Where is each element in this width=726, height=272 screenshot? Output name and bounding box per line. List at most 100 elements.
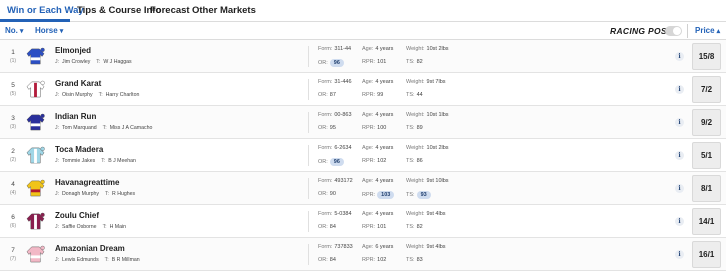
price-button[interactable]: 8/1 [692, 175, 721, 202]
form-stat: Form: 00-863 [318, 112, 352, 118]
horse-name[interactable]: Zoulu Chief [55, 211, 99, 220]
ts-label: TS: [406, 224, 415, 230]
trainer-name[interactable]: Miss J A Camacho [110, 125, 153, 131]
ts-value: 44 [416, 92, 423, 98]
price-button[interactable]: 9/2 [692, 109, 721, 136]
form-value: 493172 [334, 178, 353, 184]
horse-name[interactable]: Toca Madera [55, 145, 103, 154]
or-stat: OR: 84 [318, 257, 336, 263]
form-label: Form: [318, 178, 333, 184]
horse-name[interactable]: Amazonian Dream [55, 244, 125, 253]
trainer-name[interactable]: Harry Charlton [106, 92, 140, 98]
weight-stat: Weight: 9st 4lbs [406, 211, 446, 217]
runner-row: 3 (3) Indian Run J: Tom Marquand T: Miss J A C… [0, 106, 726, 139]
runner-number: 5 (5) [8, 82, 18, 98]
tab-tips-course-info[interactable]: Tips & Course Info [77, 5, 161, 16]
price-button[interactable]: 7/2 [692, 76, 721, 103]
weight-stat: Weight: 10st 2lbs [406, 145, 449, 151]
weight-stat: Weight: 9st 10lbs [406, 178, 449, 184]
price-button[interactable]: 14/1 [692, 208, 721, 235]
jockey-name[interactable]: Tom Marquand [62, 125, 97, 131]
trainer-label: T: [102, 125, 107, 131]
jockey-trainer: J: Jim Crowley T: W J Haggas [55, 59, 132, 65]
jockey-name[interactable]: Saffie Osborne [62, 224, 97, 230]
info-icon[interactable]: i [675, 118, 684, 127]
racing-post-toggle[interactable] [665, 26, 682, 36]
jockey-name[interactable]: Jim Crowley [62, 59, 90, 65]
or-label: OR: [318, 257, 328, 263]
info-icon[interactable]: i [675, 52, 684, 61]
age-value: 6 years [375, 244, 394, 250]
horse-name[interactable]: Havanagreattime [55, 178, 119, 187]
ts-label: TS: [406, 92, 415, 98]
ts-value: 82 [416, 59, 423, 65]
ts-value: 93 [416, 191, 431, 199]
tab-other-markets[interactable]: Other Markets [192, 5, 256, 16]
runner-row: 6 (6) Zoulu Chief J: Saffie Osborne T: H Main F… [0, 205, 726, 238]
trainer-name[interactable]: H Main [110, 224, 126, 230]
chevron-down-icon: ▾ [59, 28, 64, 35]
age-label: Age: [362, 211, 374, 217]
trainer-name[interactable]: R Hughes [112, 191, 135, 197]
form-stat: Form: 31-446 [318, 79, 352, 85]
jockey-name[interactable]: Oisin Murphy [62, 92, 93, 98]
trainer-name[interactable]: W J Haggas [103, 59, 131, 65]
trainer-name[interactable]: B R Millman [112, 257, 140, 263]
jockey-name[interactable]: Donagh Murphy [62, 191, 99, 197]
column-header: No. ▾ Horse ▾ RACING POST Price ▴ [0, 22, 726, 40]
info-icon[interactable]: i [675, 250, 684, 259]
jockey-silk-icon [26, 113, 45, 131]
horse-name[interactable]: Indian Run [55, 112, 96, 121]
price-button[interactable]: 15/8 [692, 43, 721, 70]
runner-row: 2 (2) Toca Madera J: Tommie Jakes T: B J Meeha… [0, 139, 726, 172]
horse-name[interactable]: Grand Karat [55, 79, 101, 88]
info-icon[interactable]: i [675, 184, 684, 193]
price-button[interactable]: 16/1 [692, 241, 721, 268]
info-icon[interactable]: i [675, 151, 684, 160]
ts-label: TS: [406, 257, 415, 263]
sort-horse-button[interactable]: Horse ▾ [35, 26, 63, 35]
or-label: OR: [318, 191, 328, 197]
tab-win-or-each-way[interactable]: Win or Each Way [7, 5, 84, 16]
price-button[interactable]: 5/1 [692, 142, 721, 169]
rpr-stat: RPR: 102 [362, 257, 386, 263]
weight-label: Weight: [406, 112, 425, 118]
saddlecloth-number: 3 [11, 115, 15, 122]
age-stat: Age: 4 years [362, 79, 393, 85]
trainer-name[interactable]: B J Meehan [108, 158, 136, 164]
draw-number: (3) [9, 124, 17, 130]
info-icon[interactable]: i [675, 85, 684, 94]
age-value: 4 years [375, 145, 394, 151]
age-value: 4 years [375, 112, 394, 118]
weight-stat: Weight: 9st 4lbs [406, 244, 446, 250]
sort-number-button[interactable]: No. ▾ [5, 26, 23, 35]
rpr-value: 102 [377, 158, 387, 164]
jockey-name[interactable]: Lewis Edmunds [62, 257, 99, 263]
jockey-name[interactable]: Tommie Jakes [62, 158, 95, 164]
or-value: 84 [329, 224, 336, 230]
draw-number: (2) [9, 157, 17, 163]
ts-label: TS: [406, 59, 415, 65]
age-stat: Age: 6 years [362, 244, 393, 250]
rpr-label: RPR: [362, 125, 376, 131]
weight-value: 9st 4lbs [426, 211, 446, 217]
racing-post-logo: RACING POST [610, 26, 673, 36]
weight-label: Weight: [406, 244, 425, 250]
row-divider [308, 178, 309, 199]
rpr-label: RPR: [362, 59, 376, 65]
form-label: Form: [318, 145, 333, 151]
saddlecloth-number: 4 [11, 181, 15, 188]
tab-forecast[interactable]: Forecast [150, 5, 190, 16]
trainer-label: T: [102, 224, 107, 230]
jockey-label: J: [55, 224, 60, 230]
sort-price-button[interactable]: Price ▴ [695, 26, 720, 35]
trainer-label: T: [104, 257, 109, 263]
horse-name[interactable]: Elmonjed [55, 46, 91, 55]
rpr-label: RPR: [362, 224, 376, 230]
jockey-trainer: J: Tom Marquand T: Miss J A Camacho [55, 125, 152, 131]
age-label: Age: [362, 178, 374, 184]
ts-stat: TS: 82 [406, 59, 423, 65]
weight-value: 9st 4lbs [426, 244, 446, 250]
form-value: 6-2634 [334, 145, 352, 151]
info-icon[interactable]: i [675, 217, 684, 226]
